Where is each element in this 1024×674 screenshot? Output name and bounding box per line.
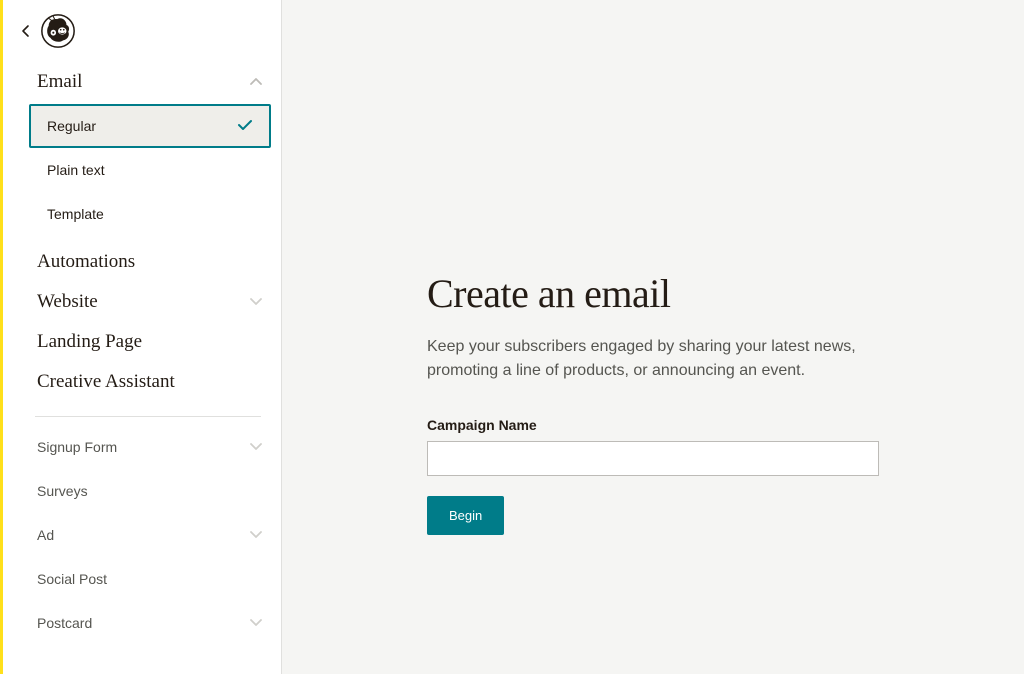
campaign-name-input[interactable]: [427, 441, 879, 476]
chevron-down-icon: [249, 439, 263, 455]
nav-section-creative-assistant[interactable]: Creative Assistant: [29, 362, 271, 402]
sidebar-divider: [35, 416, 261, 417]
chevron-left-icon: [21, 24, 30, 38]
secondary-social-post[interactable]: Social Post: [29, 557, 271, 601]
page-description: Keep your subscribers engaged by sharing…: [427, 335, 879, 383]
nav-section-website[interactable]: Website: [29, 282, 271, 322]
secondary-label: Social Post: [37, 571, 107, 587]
email-subitems: Regular Plain text Template: [29, 104, 271, 236]
sidebar: Email Regular Plain text Template Automa…: [3, 0, 282, 674]
nav-label: Email: [37, 71, 82, 93]
secondary-label: Surveys: [37, 483, 88, 499]
sub-item-label: Regular: [47, 118, 96, 134]
nav-label: Landing Page: [37, 331, 142, 353]
sub-item-template[interactable]: Template: [29, 192, 271, 236]
nav-section-landing-page[interactable]: Landing Page: [29, 322, 271, 362]
secondary-label: Signup Form: [37, 439, 117, 455]
page-title: Create an email: [427, 270, 879, 317]
begin-button[interactable]: Begin: [427, 496, 504, 535]
sub-item-label: Plain text: [47, 162, 105, 178]
campaign-name-label: Campaign Name: [427, 417, 879, 433]
nav-label: Automations: [37, 251, 135, 273]
chevron-down-icon: [249, 291, 263, 313]
secondary-label: Ad: [37, 527, 54, 543]
check-icon: [237, 118, 253, 134]
create-email-form: Create an email Keep your subscribers en…: [427, 270, 879, 674]
nav-section-automations[interactable]: Automations: [29, 242, 271, 282]
chevron-up-icon: [249, 71, 263, 93]
sub-item-label: Template: [47, 206, 104, 222]
main-panel: Create an email Keep your subscribers en…: [282, 0, 1024, 674]
secondary-signup-form[interactable]: Signup Form: [29, 425, 271, 469]
sidebar-nav: Email Regular Plain text Template Automa…: [3, 0, 281, 645]
freddie-icon: [41, 14, 75, 48]
chevron-down-icon: [249, 527, 263, 543]
back-button[interactable]: [21, 24, 30, 43]
sub-item-regular[interactable]: Regular: [29, 104, 271, 148]
nav-section-email[interactable]: Email: [29, 62, 271, 102]
mailchimp-logo[interactable]: [41, 14, 75, 53]
sub-item-plain-text[interactable]: Plain text: [29, 148, 271, 192]
chevron-down-icon: [249, 615, 263, 631]
secondary-label: Postcard: [37, 615, 92, 631]
nav-label: Website: [37, 291, 98, 313]
secondary-postcard[interactable]: Postcard: [29, 601, 271, 645]
secondary-surveys[interactable]: Surveys: [29, 469, 271, 513]
secondary-ad[interactable]: Ad: [29, 513, 271, 557]
nav-label: Creative Assistant: [37, 371, 175, 393]
